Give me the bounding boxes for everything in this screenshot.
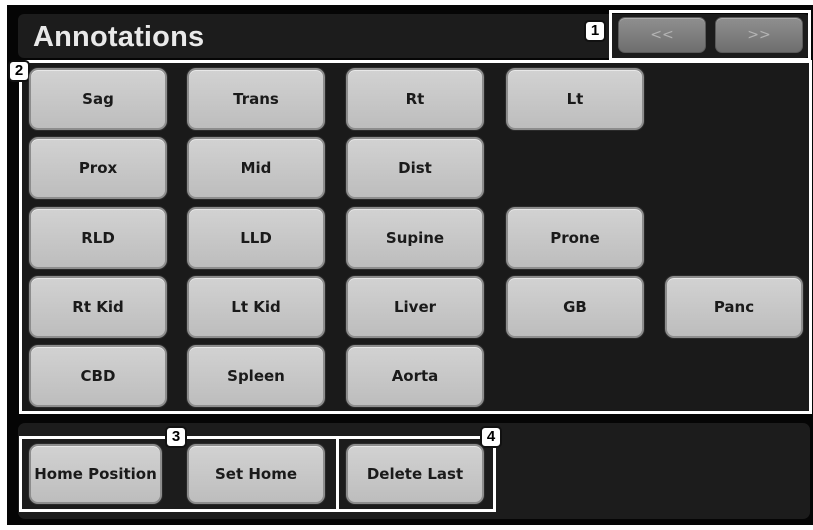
annotation-button-dist[interactable]: Dist bbox=[346, 137, 484, 199]
annotation-button-mid[interactable]: Mid bbox=[187, 137, 325, 199]
annotation-button-liver[interactable]: Liver bbox=[346, 276, 484, 338]
annotation-button-trans[interactable]: Trans bbox=[187, 68, 325, 130]
annotation-button-prox[interactable]: Prox bbox=[29, 137, 167, 199]
annotation-button-rt[interactable]: Rt bbox=[346, 68, 484, 130]
annotation-button-supine[interactable]: Supine bbox=[346, 207, 484, 269]
annotation-button-rld[interactable]: RLD bbox=[29, 207, 167, 269]
annotation-button-sag[interactable]: Sag bbox=[29, 68, 167, 130]
callout-1-outline bbox=[609, 10, 811, 61]
annotation-button-lld[interactable]: LLD bbox=[187, 207, 325, 269]
annotation-button-aorta[interactable]: Aorta bbox=[346, 345, 484, 407]
annotation-button-spleen[interactable]: Spleen bbox=[187, 345, 325, 407]
annotation-button-cbd[interactable]: CBD bbox=[29, 345, 167, 407]
annotation-button-panc[interactable]: Panc bbox=[665, 276, 803, 338]
annotation-button-gb[interactable]: GB bbox=[506, 276, 644, 338]
callout-2-badge: 2 bbox=[8, 60, 30, 82]
callout-1-badge: 1 bbox=[584, 20, 606, 42]
home-position-button[interactable]: Home Position bbox=[29, 444, 162, 504]
page-title: Annotations bbox=[33, 21, 205, 53]
annotation-button-lt-kid[interactable]: Lt Kid bbox=[187, 276, 325, 338]
annotation-button-lt[interactable]: Lt bbox=[506, 68, 644, 130]
annotation-button-prone[interactable]: Prone bbox=[506, 207, 644, 269]
callout-3-badge: 3 bbox=[165, 426, 187, 448]
delete-last-button[interactable]: Delete Last bbox=[346, 444, 484, 504]
callout-4-badge: 4 bbox=[480, 426, 502, 448]
annotation-button-rt-kid[interactable]: Rt Kid bbox=[29, 276, 167, 338]
set-home-button[interactable]: Set Home bbox=[187, 444, 325, 504]
